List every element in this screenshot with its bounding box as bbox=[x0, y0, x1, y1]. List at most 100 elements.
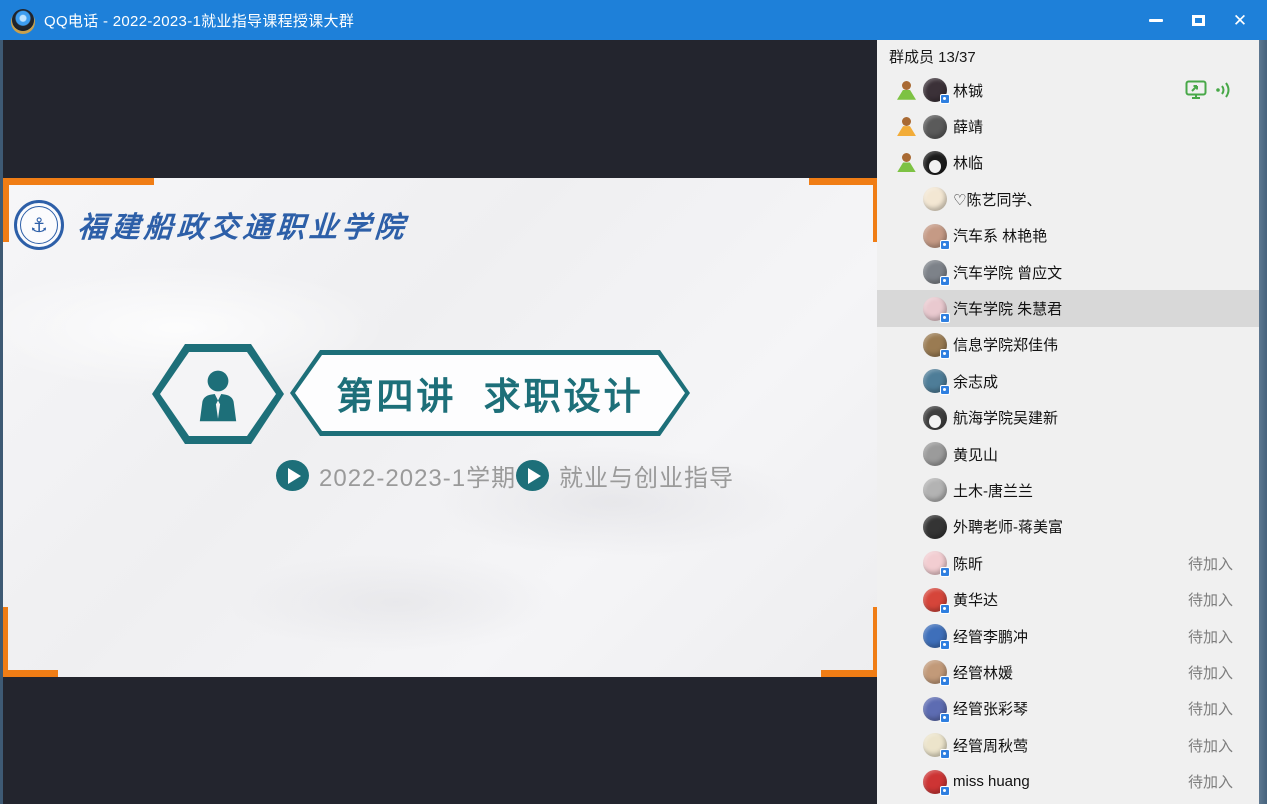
member-avatar[interactable] bbox=[923, 78, 947, 102]
slide-corner-accent bbox=[821, 670, 877, 677]
semester-label: 2022-2023-1学期 bbox=[319, 458, 516, 493]
member-name: 经管林媛 bbox=[953, 662, 1013, 683]
member-name: 航海学院吴建新 bbox=[953, 407, 1058, 428]
pending-badge: 待加入 bbox=[1188, 662, 1233, 683]
window-title: QQ电话 - 2022-2023-1就业指导课程授课大群 bbox=[44, 10, 354, 31]
member-avatar[interactable] bbox=[923, 333, 947, 357]
member-avatar[interactable] bbox=[923, 151, 947, 175]
pending-badge: 待加入 bbox=[1188, 735, 1233, 756]
semester-group: 2022-2023-1学期 bbox=[276, 458, 516, 493]
mobile-online-badge-icon bbox=[940, 786, 950, 796]
member-row[interactable]: 汽车系 林艳艳 bbox=[877, 218, 1259, 254]
window-controls: ✕ bbox=[1135, 0, 1267, 40]
member-name: miss huang bbox=[953, 773, 1030, 790]
shared-screen-video-area: ⚓ 福建船政交通职业学院 第四讲 求职设计 bbox=[0, 40, 877, 804]
member-row[interactable]: 外聘老师-蒋美富 bbox=[877, 509, 1259, 545]
lecture-title-banner-inner: 第四讲 求职设计 bbox=[295, 355, 685, 431]
member-name: 黄华达 bbox=[953, 589, 998, 610]
member-name: 汽车学院 曾应文 bbox=[953, 262, 1062, 283]
video-call-app-icon bbox=[12, 9, 34, 31]
member-row[interactable]: ♡陈艺同学、 bbox=[877, 181, 1259, 217]
member-avatar[interactable] bbox=[923, 588, 947, 612]
member-avatar[interactable] bbox=[923, 478, 947, 502]
member-avatar[interactable] bbox=[923, 515, 947, 539]
window-left-border bbox=[0, 40, 3, 804]
member-row[interactable]: 土木-唐兰兰 bbox=[877, 472, 1259, 508]
member-name: 汽车系 林艳艳 bbox=[953, 225, 1047, 246]
slide-subtitle-row: 2022-2023-1学期 就业与创业指导 bbox=[2, 458, 877, 494]
close-button[interactable]: ✕ bbox=[1219, 0, 1261, 40]
pending-badge: 待加入 bbox=[1188, 626, 1233, 647]
member-avatar[interactable] bbox=[923, 770, 947, 794]
member-row[interactable]: 陈昕 待加入 bbox=[877, 545, 1259, 581]
slide-corner-accent bbox=[2, 178, 154, 185]
pending-badge: 待加入 bbox=[1188, 589, 1233, 610]
lecture-title: 第四讲 求职设计 bbox=[336, 366, 643, 420]
member-name: 土木-唐兰兰 bbox=[953, 480, 1033, 501]
member-avatar[interactable] bbox=[923, 733, 947, 757]
person-hexagon-icon bbox=[152, 344, 284, 444]
school-header: ⚓ 福建船政交通职业学院 bbox=[14, 200, 408, 250]
member-row[interactable]: 航海学院吴建新 bbox=[877, 400, 1259, 436]
member-row[interactable]: 经管李鹏冲 待加入 bbox=[877, 618, 1259, 654]
member-row[interactable]: 经管林媛 待加入 bbox=[877, 654, 1259, 690]
school-name: 福建船政交通职业学院 bbox=[77, 204, 410, 246]
slide-corner-accent bbox=[809, 178, 877, 185]
play-icon bbox=[276, 460, 309, 491]
member-row[interactable]: 信息学院郑佳伟 bbox=[877, 327, 1259, 363]
member-avatar[interactable] bbox=[923, 297, 947, 321]
mobile-online-badge-icon bbox=[940, 240, 950, 250]
pending-badge: 待加入 bbox=[1188, 553, 1233, 574]
member-avatar[interactable] bbox=[923, 551, 947, 575]
screen-share-icon bbox=[1185, 80, 1209, 100]
member-avatar[interactable] bbox=[923, 442, 947, 466]
mobile-online-badge-icon bbox=[940, 276, 950, 286]
member-row[interactable]: 林铖 bbox=[877, 72, 1259, 108]
member-row[interactable]: 黄见山 bbox=[877, 436, 1259, 472]
member-avatar[interactable] bbox=[923, 187, 947, 211]
course-group: 就业与创业指导 bbox=[516, 458, 734, 493]
mobile-online-badge-icon bbox=[940, 567, 950, 577]
slide-corner-accent bbox=[2, 670, 58, 677]
businessperson-icon bbox=[192, 366, 244, 422]
presence-person-icon bbox=[897, 117, 916, 136]
member-row[interactable]: 经管张彩琴 待加入 bbox=[877, 691, 1259, 727]
member-avatar[interactable] bbox=[923, 224, 947, 248]
member-row[interactable]: 经管周秋莺 待加入 bbox=[877, 727, 1259, 763]
member-avatar[interactable] bbox=[923, 697, 947, 721]
member-list: 林铖 薛靖 bbox=[877, 72, 1259, 804]
mobile-online-badge-icon bbox=[940, 94, 950, 104]
member-row[interactable]: 黄华达 待加入 bbox=[877, 581, 1259, 617]
maximize-icon bbox=[1192, 15, 1205, 26]
member-name: 经管李鹏冲 bbox=[953, 626, 1028, 647]
close-icon: ✕ bbox=[1233, 12, 1247, 29]
person-hexagon-inner bbox=[160, 352, 276, 436]
member-row[interactable]: miss huang 待加入 bbox=[877, 763, 1259, 799]
member-row[interactable]: 汽车学院 朱慧君 bbox=[877, 290, 1259, 326]
member-name: ♡陈艺同学、 bbox=[953, 189, 1041, 210]
minimize-button[interactable] bbox=[1135, 0, 1177, 40]
member-name: 经管周秋莺 bbox=[953, 735, 1028, 756]
member-name: 陈昕 bbox=[953, 553, 983, 574]
slide-corner-accent bbox=[2, 178, 9, 242]
mobile-online-badge-icon bbox=[940, 313, 950, 323]
member-avatar[interactable] bbox=[923, 406, 947, 430]
member-name: 外聘老师-蒋美富 bbox=[953, 516, 1063, 537]
member-row[interactable]: 汽车学院 曾应文 bbox=[877, 254, 1259, 290]
member-avatar[interactable] bbox=[923, 660, 947, 684]
member-row[interactable]: 薛靖 bbox=[877, 108, 1259, 144]
slide-corner-accent bbox=[873, 178, 877, 242]
mobile-online-badge-icon bbox=[940, 676, 950, 686]
member-avatar[interactable] bbox=[923, 260, 947, 284]
slide-corner-accent bbox=[873, 607, 877, 677]
mobile-online-badge-icon bbox=[940, 749, 950, 759]
member-avatar[interactable] bbox=[923, 369, 947, 393]
member-name: 林铖 bbox=[953, 80, 983, 101]
member-avatar[interactable] bbox=[923, 624, 947, 648]
member-row[interactable]: 余志成 bbox=[877, 363, 1259, 399]
member-name: 经管张彩琴 bbox=[953, 698, 1028, 719]
member-avatar[interactable] bbox=[923, 115, 947, 139]
sidebar-scrollbar[interactable] bbox=[1259, 40, 1267, 804]
member-row[interactable]: 林临 bbox=[877, 145, 1259, 181]
maximize-button[interactable] bbox=[1177, 0, 1219, 40]
